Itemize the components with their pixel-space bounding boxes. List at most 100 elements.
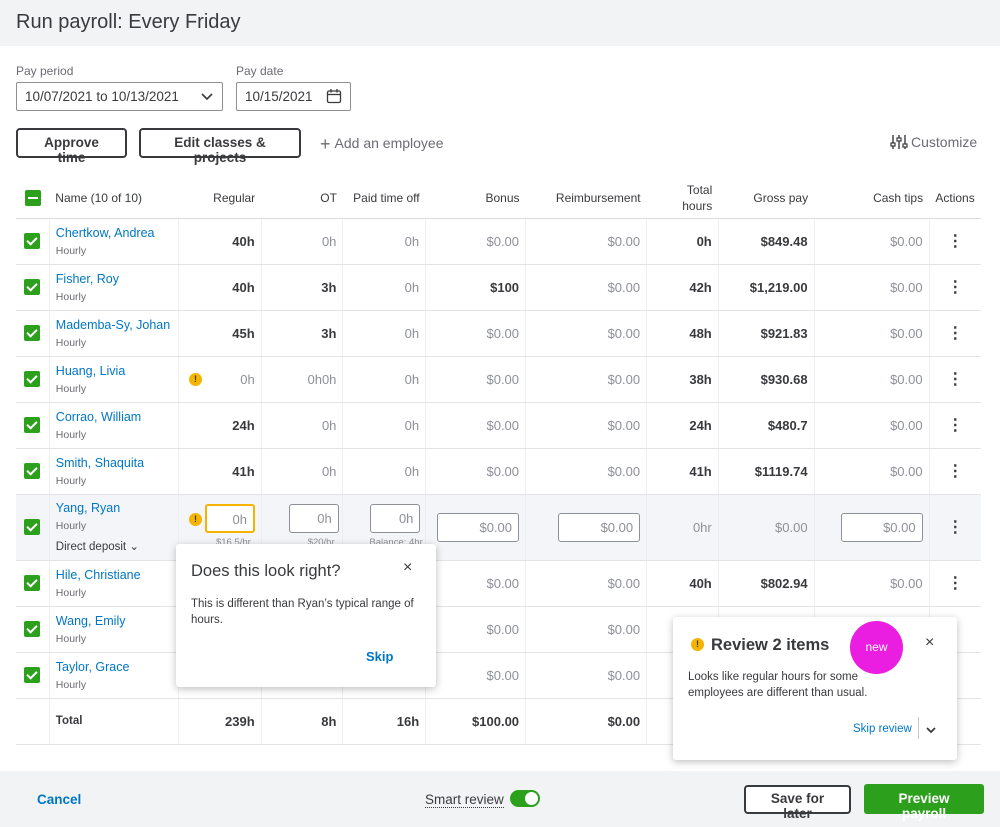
pay-date-input[interactable]: 10/15/2021 bbox=[236, 82, 351, 111]
chevron-down-icon[interactable] bbox=[925, 723, 937, 741]
approve-time-button[interactable]: Approve time bbox=[16, 128, 127, 165]
cash-tips-cell[interactable]: $0.00 bbox=[814, 402, 930, 449]
ot-hours-cell[interactable]: 3h bbox=[261, 310, 344, 357]
ot-hours-cell[interactable]: 0h bbox=[261, 218, 344, 265]
close-icon[interactable]: × bbox=[925, 634, 934, 652]
close-icon[interactable]: × bbox=[403, 559, 412, 577]
cash-tips-cell[interactable]: $0.00 bbox=[814, 560, 930, 607]
gross-pay-cell: $0.00 bbox=[718, 494, 815, 561]
regular-hours-cell[interactable]: 0h bbox=[240, 372, 254, 387]
row-checkbox[interactable] bbox=[24, 325, 41, 342]
bonus-cell[interactable]: $100 bbox=[425, 264, 527, 311]
more-actions-icon[interactable]: ⋮ bbox=[947, 519, 963, 536]
reimbursement-cell[interactable]: $0.00 bbox=[525, 652, 648, 699]
smart-review-toggle[interactable] bbox=[510, 790, 540, 807]
pto-hours-cell[interactable]: 0h bbox=[342, 218, 427, 265]
ot-hours-cell[interactable]: 0h0h bbox=[261, 356, 344, 403]
cancel-button[interactable]: Cancel bbox=[37, 792, 81, 807]
popover-skip-link[interactable]: Skip bbox=[366, 649, 393, 664]
col-name[interactable]: Name (10 of 10) bbox=[49, 178, 179, 219]
reimbursement-input[interactable]: $0.00 bbox=[558, 512, 641, 542]
row-checkbox[interactable] bbox=[24, 621, 41, 638]
ot-hours-cell[interactable]: 0h bbox=[261, 402, 344, 449]
bonus-cell[interactable]: $0.00 bbox=[425, 218, 527, 265]
employee-name-link[interactable]: Fisher, Roy bbox=[56, 272, 172, 286]
bonus-cell[interactable]: $0.00 bbox=[425, 448, 527, 495]
regular-hours-cell[interactable]: 40h bbox=[232, 234, 254, 249]
payment-method-label: Direct deposit bbox=[55, 541, 127, 553]
reimbursement-cell[interactable]: $0.00 bbox=[525, 310, 648, 357]
ot-hours-cell[interactable]: 0h bbox=[261, 448, 344, 495]
cash-tips-cell[interactable]: $0.00 bbox=[814, 218, 930, 265]
employee-name-link[interactable]: Wang, Emily bbox=[56, 614, 172, 628]
save-for-later-button[interactable]: Save for later bbox=[744, 785, 851, 821]
pto-hours-cell[interactable]: 0h bbox=[342, 264, 427, 311]
employee-name-link[interactable]: Chertkow, Andrea bbox=[56, 226, 172, 240]
more-actions-icon[interactable]: ⋮ bbox=[947, 371, 963, 388]
skip-review-link[interactable]: Skip review bbox=[853, 723, 912, 735]
more-actions-icon[interactable]: ⋮ bbox=[947, 279, 963, 296]
row-checkbox[interactable] bbox=[24, 417, 41, 434]
table-row: Fisher, Roy Hourly 40h 3h 0h $100 $0.00 42h $1,2… bbox=[16, 264, 981, 311]
bonus-cell[interactable]: $0.00 bbox=[425, 356, 527, 403]
regular-hours-cell[interactable]: 24h bbox=[232, 418, 254, 433]
employee-name-link[interactable]: Taylor, Grace bbox=[56, 660, 172, 674]
employee-name-link[interactable]: Mademba-Sy, Johan bbox=[56, 318, 172, 332]
employee-name-link[interactable]: Corrao, William bbox=[56, 410, 172, 424]
cash-tips-cell[interactable]: $0.00 bbox=[814, 310, 930, 357]
edit-classes-projects-button[interactable]: Edit classes & projects bbox=[139, 128, 301, 165]
preview-payroll-button[interactable]: Preview payroll bbox=[864, 784, 984, 821]
add-employee-link[interactable]: + Add an employee bbox=[320, 134, 443, 155]
pto-hours-cell[interactable]: 0h bbox=[342, 310, 427, 357]
regular-hours-cell[interactable]: 41h bbox=[232, 464, 254, 479]
ot-hours-cell[interactable]: 3h bbox=[261, 264, 344, 311]
regular-hours-cell[interactable]: 40h bbox=[232, 280, 254, 295]
payment-method-select[interactable]: Direct deposit ⌄ bbox=[56, 539, 172, 553]
regular-hours-cell[interactable]: 45h bbox=[232, 326, 254, 341]
employee-name-link[interactable]: Smith, Shaquita bbox=[56, 456, 172, 470]
select-all-checkbox[interactable] bbox=[24, 189, 41, 206]
bonus-cell[interactable]: $0.00 bbox=[425, 402, 527, 449]
more-actions-icon[interactable]: ⋮ bbox=[947, 417, 963, 434]
more-actions-icon[interactable]: ⋮ bbox=[947, 575, 963, 592]
row-checkbox[interactable] bbox=[24, 519, 41, 536]
pay-period-select[interactable]: 10/07/2021 to 10/13/2021 bbox=[16, 82, 223, 111]
pto-hours-cell[interactable]: 0h bbox=[342, 448, 427, 495]
row-checkbox[interactable] bbox=[24, 371, 41, 388]
reimbursement-cell[interactable]: $0.00 bbox=[525, 560, 648, 607]
more-actions-icon[interactable]: ⋮ bbox=[947, 463, 963, 480]
regular-hours-input[interactable]: 0h bbox=[204, 503, 255, 533]
pto-hours-input[interactable]: 0h bbox=[370, 503, 421, 533]
reimbursement-cell[interactable]: $0.00 bbox=[525, 606, 648, 653]
row-checkbox[interactable] bbox=[24, 233, 41, 250]
row-checkbox[interactable] bbox=[24, 279, 41, 296]
row-checkbox[interactable] bbox=[24, 463, 41, 480]
bonus-cell[interactable]: $0.00 bbox=[425, 652, 527, 699]
row-checkbox[interactable] bbox=[24, 667, 41, 684]
bonus-cell[interactable]: $0.00 bbox=[425, 606, 527, 653]
cash-tips-cell[interactable]: $0.00 bbox=[814, 356, 930, 403]
employee-name-link[interactable]: Huang, Livia bbox=[56, 364, 172, 378]
bonus-input[interactable]: $0.00 bbox=[437, 512, 520, 542]
ot-hours-input[interactable]: 0h bbox=[288, 503, 339, 533]
reimbursement-cell[interactable]: $0.00 bbox=[525, 218, 648, 265]
employee-name-link[interactable]: Hile, Christiane bbox=[56, 568, 172, 582]
bonus-cell[interactable]: $0.00 bbox=[425, 310, 527, 357]
reimbursement-cell[interactable]: $0.00 bbox=[525, 264, 648, 311]
reimbursement-cell[interactable]: $0.00 bbox=[525, 402, 648, 449]
calendar-icon[interactable] bbox=[326, 88, 342, 107]
pto-hours-cell[interactable]: 0h bbox=[342, 402, 427, 449]
customize-link[interactable]: Customize bbox=[890, 134, 977, 153]
row-checkbox[interactable] bbox=[24, 575, 41, 592]
cash-tips-cell[interactable]: $0.00 bbox=[814, 448, 930, 495]
bonus-cell[interactable]: $0.00 bbox=[425, 560, 527, 607]
cash-tips-cell[interactable]: $0.00 bbox=[814, 264, 930, 311]
pto-hours-cell[interactable]: 0h bbox=[342, 356, 427, 403]
employee-name-link[interactable]: Yang, Ryan bbox=[56, 501, 172, 515]
reimbursement-cell[interactable]: $0.00 bbox=[525, 448, 648, 495]
cash-tips-input[interactable]: $0.00 bbox=[840, 512, 923, 542]
more-actions-icon[interactable]: ⋮ bbox=[947, 325, 963, 342]
reimbursement-cell[interactable]: $0.00 bbox=[525, 356, 648, 403]
pay-date-value: 10/15/2021 bbox=[245, 89, 313, 104]
more-actions-icon[interactable]: ⋮ bbox=[947, 233, 963, 250]
